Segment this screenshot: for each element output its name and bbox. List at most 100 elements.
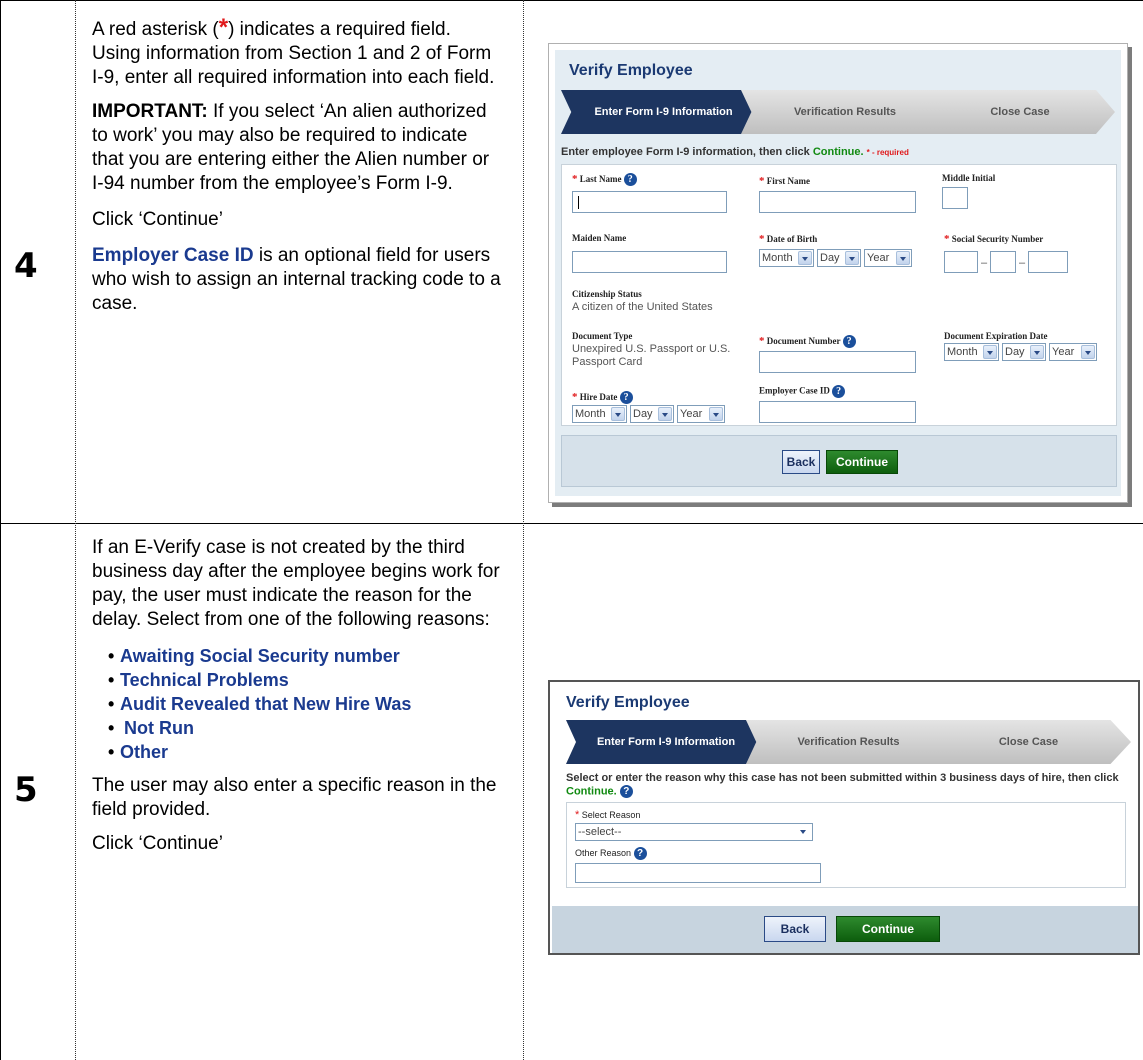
middle-initial-label: Middle Initial (942, 173, 996, 183)
hire-date-label: * Hire Date ? (572, 391, 633, 405)
document-type-value: Unexpired U.S. Passport or U.S. Passport… (572, 343, 731, 368)
chevron-down-icon (709, 407, 723, 421)
panel-background: Verify Employee Enter Form I-9 Informati… (555, 50, 1121, 496)
table-top-border (0, 0, 1143, 1)
help-icon[interactable]: ? (623, 173, 637, 187)
chevron-down-icon (797, 825, 811, 839)
back-button[interactable]: Back (764, 916, 826, 942)
reason-item: Awaiting Social Security number (92, 644, 502, 668)
reason-item-continued: Not Run (92, 716, 502, 740)
reason-item: Other (92, 740, 502, 764)
wizard-step-verification-results: Verification Results (741, 90, 949, 134)
employer-case-id-label: Employer Case ID ? (759, 385, 846, 398)
chevron-down-icon (611, 407, 625, 421)
hire-day-select[interactable]: Day (630, 405, 674, 423)
last-name-input[interactable] (572, 191, 727, 213)
table-left-border (0, 0, 1, 1060)
click-continue-text: Click ‘Continue’ (92, 209, 223, 230)
wizard-step-verification-results: Verification Results (746, 720, 951, 764)
employer-case-id-input[interactable] (759, 401, 916, 423)
delay-explanation: If an E-Verify case is not created by th… (92, 537, 500, 630)
step-4-description: A red asterisk (*) indicates a required … (92, 16, 502, 326)
reason-list: Awaiting Social Security number Technica… (92, 644, 502, 764)
wizard-step-enter-i9: Enter Form I-9 Information (566, 720, 766, 764)
document-expiration-label: Document Expiration Date (944, 331, 1048, 341)
exp-day-select[interactable]: Day (1002, 343, 1046, 361)
button-bar: Back Continue (561, 435, 1117, 487)
ssn-part-2[interactable] (990, 251, 1016, 273)
specific-reason-note: The user may also enter a specific reaso… (92, 775, 497, 820)
page-title: Verify Employee (566, 694, 690, 711)
chevron-down-icon (1030, 345, 1044, 359)
verify-employee-screenshot-1: Verify Employee Enter Form I-9 Informati… (548, 43, 1128, 503)
column-divider-1 (75, 0, 76, 1060)
citizenship-label: Citizenship Status (572, 289, 642, 299)
wizard-step-close-case: Close Case (926, 720, 1131, 764)
middle-initial-input[interactable] (942, 187, 968, 209)
first-name-input[interactable] (759, 191, 916, 213)
step-number-4: 4 (14, 246, 38, 286)
dob-label: * Date of Birth (759, 233, 818, 245)
other-reason-label: Other Reason ? (575, 847, 647, 860)
important-note: IMPORTANT: If you select ‘An alien autho… (92, 101, 490, 194)
ssn-dash: – (1019, 257, 1026, 269)
back-button[interactable]: Back (782, 450, 820, 474)
step-number-5: 5 (14, 770, 38, 810)
hire-year-select[interactable]: Year (677, 405, 725, 423)
chevron-down-icon (798, 251, 812, 265)
citizenship-value: A citizen of the United States (572, 301, 713, 313)
maiden-name-input[interactable] (572, 251, 727, 273)
reason-item: Audit Revealed that New Hire Was (92, 692, 502, 716)
chevron-down-icon (658, 407, 672, 421)
exp-month-select[interactable]: Month (944, 343, 999, 361)
reason-form: * Select Reason --select-- Other Reason … (566, 802, 1126, 888)
dob-month-select[interactable]: Month (759, 249, 814, 267)
document-number-label: * Document Number ? (759, 335, 856, 349)
ssn-label: * Social Security Number (944, 233, 1044, 245)
last-name-label: * Last Name ? (572, 173, 637, 187)
text-caret (578, 196, 579, 209)
click-continue-text: Click ‘Continue’ (92, 833, 223, 854)
ssn-dash: – (981, 257, 988, 269)
continue-button[interactable]: Continue (826, 450, 898, 474)
column-divider-2 (523, 0, 524, 1060)
employer-case-id-note: Employer Case ID is an optional field fo… (92, 245, 501, 314)
wizard-step-enter-i9: Enter Form I-9 Information (561, 90, 766, 134)
help-icon[interactable]: ? (619, 391, 633, 405)
page-title: Verify Employee (569, 62, 693, 79)
required-explanation: A red asterisk (*) indicates a required … (92, 14, 495, 89)
help-icon[interactable]: ? (842, 335, 856, 349)
reason-item: Technical Problems (92, 668, 502, 692)
maiden-name-label: Maiden Name (572, 233, 627, 243)
step-5-description: If an E-Verify case is not created by th… (92, 536, 502, 866)
reason-instruction: Select or enter the reason why this case… (566, 772, 1119, 798)
dob-day-select[interactable]: Day (817, 249, 861, 267)
dob-year-select[interactable]: Year (864, 249, 912, 267)
exp-year-select[interactable]: Year (1049, 343, 1097, 361)
required-asterisk-icon: * (218, 14, 229, 41)
row-divider (0, 523, 1143, 524)
form-instruction: Enter employee Form I-9 information, the… (561, 146, 909, 158)
required-legend: * - required (866, 148, 909, 157)
chevron-down-icon (845, 251, 859, 265)
continue-button[interactable]: Continue (836, 916, 940, 942)
help-icon[interactable]: ? (619, 785, 633, 798)
chevron-down-icon (896, 251, 910, 265)
panel-background: Verify Employee Enter Form I-9 Informati… (552, 684, 1138, 953)
other-reason-input[interactable] (575, 863, 821, 883)
chevron-down-icon (1081, 345, 1095, 359)
help-icon[interactable]: ? (633, 847, 647, 860)
wizard-steps: Enter Form I-9 Information Verification … (561, 90, 1115, 134)
hire-month-select[interactable]: Month (572, 405, 627, 423)
ssn-part-3[interactable] (1028, 251, 1068, 273)
help-icon[interactable]: ? (832, 385, 846, 398)
ssn-part-1[interactable] (944, 251, 978, 273)
select-reason-label: * Select Reason (575, 809, 641, 821)
chevron-down-icon (983, 345, 997, 359)
document-number-input[interactable] (759, 351, 916, 373)
wizard-steps: Enter Form I-9 Information Verification … (566, 720, 1131, 764)
wizard-step-close-case: Close Case (925, 90, 1115, 134)
select-reason-dropdown[interactable]: --select-- (575, 823, 813, 841)
first-name-label: * First Name (759, 175, 810, 187)
verify-employee-screenshot-2: Verify Employee Enter Form I-9 Informati… (548, 680, 1140, 955)
